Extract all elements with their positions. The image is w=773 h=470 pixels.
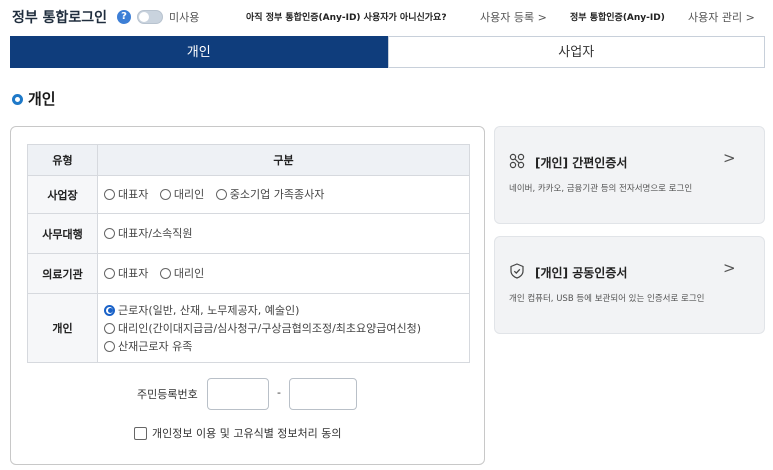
radio-button[interactable] bbox=[159, 188, 171, 200]
radio-label: 대표자 bbox=[118, 267, 149, 281]
column-header-type: 유형 bbox=[27, 144, 98, 176]
radio-label: 대리인 bbox=[173, 267, 205, 281]
user-type-table: 유형 구분 사업장 대표자 대리인 중소기업 가족종사자 사무대행 대표자/소속… bbox=[27, 144, 470, 363]
row-options: 대표자 대리인 중소기업 가족종사자 bbox=[97, 175, 470, 214]
link-icon bbox=[509, 153, 525, 169]
radio-option[interactable]: 산재근로자 유족 bbox=[104, 338, 463, 354]
rrn-separator: - bbox=[277, 386, 281, 399]
radio-label: 대리인(간이대지급금/심사청구/구상금협의조정/최초요양급여신청) bbox=[118, 322, 422, 335]
tab-individual[interactable]: 개인 bbox=[10, 36, 388, 68]
toggle-knob bbox=[139, 12, 149, 22]
row-label: 의료기관 bbox=[27, 253, 98, 294]
table-row: 개인 근로자(일반, 산재, 노무제공자, 예술인) 대리인(간이대지급금/심사… bbox=[27, 293, 470, 363]
radio-button[interactable] bbox=[104, 227, 115, 239]
row-options: 대표자 대리인 bbox=[97, 253, 470, 294]
card-title: [개인] 간편인증서 bbox=[535, 156, 628, 170]
radio-option[interactable]: 대리인 bbox=[159, 186, 205, 202]
simple-cert-card[interactable]: [개인] 간편인증서 > 네이버, 카카오, 금융기관 등의 전자서명으로 로그… bbox=[494, 126, 765, 224]
joint-cert-card[interactable]: [개인] 공동인증서 > 개인 컴퓨터, USB 등에 보관되어 있는 인증서로… bbox=[494, 236, 765, 334]
login-type-tabs: 개인 사업자 bbox=[10, 36, 765, 68]
card-title: [개인] 공동인증서 bbox=[535, 266, 628, 280]
integrated-login-toggle[interactable] bbox=[137, 10, 163, 24]
table-row: 사업장 대표자 대리인 중소기업 가족종사자 bbox=[27, 175, 470, 214]
bullet-ring-icon bbox=[12, 94, 23, 105]
toggle-status-label: 미사용 bbox=[169, 11, 200, 24]
table-row: 의료기관 대표자 대리인 bbox=[27, 253, 470, 294]
table-row: 사무대행 대표자/소속직원 bbox=[27, 213, 470, 254]
radio-option-selected[interactable]: 근로자(일반, 산재, 노무제공자, 예술인) bbox=[104, 302, 463, 318]
row-label: 사업장 bbox=[27, 175, 98, 214]
card-description: 개인 컴퓨터, USB 등에 보관되어 있는 인증서로 로그인 bbox=[509, 294, 705, 304]
radio-label: 대리인 bbox=[173, 188, 205, 202]
radio-label: 대표자/소속직원 bbox=[118, 227, 193, 241]
privacy-consent[interactable]: 개인정보 이용 및 고유식별 정보처리 동의 bbox=[134, 425, 342, 441]
radio-option[interactable]: 대리인(간이대지급금/심사청구/구상금협의조정/최초요양급여신청) bbox=[104, 320, 463, 336]
anyid-label: 정부 통합인증(Any-ID) bbox=[570, 13, 665, 23]
radio-button[interactable] bbox=[159, 267, 171, 279]
radio-option[interactable]: 대표자 bbox=[104, 186, 148, 202]
shield-check-icon bbox=[510, 263, 524, 279]
rrn-back-input[interactable] bbox=[289, 378, 357, 410]
radio-button-checked[interactable] bbox=[104, 304, 115, 316]
register-user-link[interactable]: 사용자 등록 > bbox=[480, 9, 547, 25]
radio-label: 산재근로자 유족 bbox=[118, 340, 193, 353]
radio-option[interactable]: 중소기업 가족종사자 bbox=[215, 186, 325, 202]
page-title: 정부 통합로그인 bbox=[12, 10, 108, 26]
tab-business[interactable]: 사업자 bbox=[387, 36, 765, 68]
rrn-front-input[interactable] bbox=[207, 378, 269, 410]
radio-option[interactable]: 대표자 bbox=[104, 265, 148, 281]
chevron-right-icon: > bbox=[723, 149, 736, 167]
row-options: 대표자/소속직원 bbox=[97, 213, 470, 254]
row-options: 근로자(일반, 산재, 노무제공자, 예술인) 대리인(간이대지급금/심사청구/… bbox=[97, 293, 470, 363]
row-label: 사무대행 bbox=[27, 213, 98, 254]
radio-label: 근로자(일반, 산재, 노무제공자, 예술인) bbox=[118, 304, 300, 317]
card-description: 네이버, 카카오, 금융기관 등의 전자서명으로 로그인 bbox=[509, 184, 693, 194]
login-form-panel: 유형 구분 사업장 대표자 대리인 중소기업 가족종사자 사무대행 대표자/소속… bbox=[10, 126, 485, 465]
section-heading-text: 개인 bbox=[28, 90, 56, 108]
consent-checkbox[interactable] bbox=[134, 426, 147, 440]
radio-button[interactable] bbox=[104, 188, 115, 200]
radio-label: 대표자 bbox=[118, 188, 149, 202]
top-bar: 정부 통합로그인 ? 미사용 아직 정부 통합인증(Any-ID) 사용자가 아… bbox=[0, 0, 773, 30]
help-icon[interactable]: ? bbox=[117, 10, 131, 24]
radio-button[interactable] bbox=[104, 267, 115, 279]
rrn-label: 주민등록번호 bbox=[137, 388, 198, 401]
column-header-category: 구분 bbox=[97, 144, 470, 176]
radio-option[interactable]: 대표자/소속직원 bbox=[104, 225, 193, 241]
consent-label: 개인정보 이용 및 고유식별 정보처리 동의 bbox=[152, 427, 342, 440]
radio-button[interactable] bbox=[104, 322, 115, 334]
radio-button[interactable] bbox=[215, 188, 227, 200]
chevron-right-icon: > bbox=[723, 259, 736, 277]
row-label: 개인 bbox=[27, 293, 98, 363]
manage-user-link[interactable]: 사용자 관리 > bbox=[688, 9, 755, 25]
radio-label: 중소기업 가족종사자 bbox=[229, 188, 325, 202]
anyid-question-text: 아직 정부 통합인증(Any-ID) 사용자가 아니신가요? bbox=[246, 13, 447, 23]
radio-option[interactable]: 대리인 bbox=[159, 265, 205, 281]
radio-button[interactable] bbox=[104, 340, 115, 352]
section-heading: 개인 bbox=[12, 88, 56, 109]
